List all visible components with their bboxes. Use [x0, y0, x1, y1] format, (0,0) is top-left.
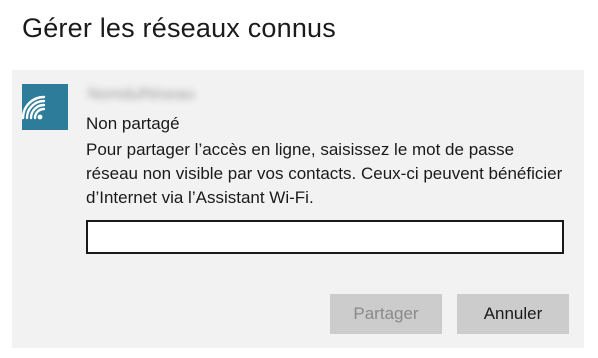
dialog-page: Gérer les réseaux connus NomduRéseau Non…	[0, 0, 598, 358]
share-button[interactable]: Partager	[330, 294, 442, 334]
wifi-icon-graphic	[22, 95, 46, 120]
page-title: Gérer les réseaux connus	[22, 13, 336, 43]
sharing-status: Non partagé	[86, 114, 180, 133]
wifi-icon	[22, 84, 68, 130]
network-panel: NomduRéseau Non partagé Pour partager l’…	[12, 70, 584, 348]
share-description: Pour partager l’accès en ligne, saisisse…	[86, 140, 563, 207]
network-name: NomduRéseau	[88, 86, 195, 103]
cancel-button[interactable]: Annuler	[457, 294, 569, 334]
password-field[interactable]	[86, 220, 564, 254]
